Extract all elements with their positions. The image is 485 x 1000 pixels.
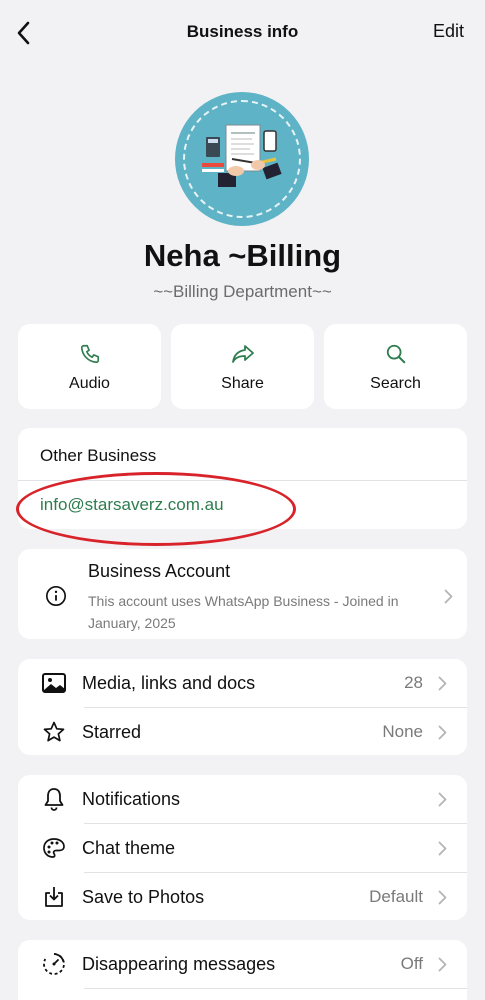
chat-theme-row[interactable]: Chat theme <box>18 824 467 872</box>
phone-icon <box>80 344 99 363</box>
notifications-row[interactable]: Notifications <box>18 775 467 823</box>
chat-theme-label: Chat theme <box>82 837 176 858</box>
settings-card: Notifications Chat theme Save to Photos … <box>18 775 467 920</box>
chevron-right-icon <box>438 890 446 904</box>
chevron-right-icon <box>438 792 446 806</box>
share-button[interactable]: Share <box>171 324 314 409</box>
save-to-photos-value: Default <box>369 887 423 906</box>
chevron-right-icon <box>438 725 446 739</box>
chevron-right-icon <box>444 589 453 604</box>
media-label: Media, links and docs <box>82 672 256 693</box>
avatar[interactable] <box>175 92 309 226</box>
business-account-title: Business Account <box>88 561 231 581</box>
timer-icon <box>43 953 65 975</box>
annotation-red-circle <box>16 472 296 546</box>
chevron-right-icon <box>438 676 446 690</box>
contact-subtitle: ~~Billing Department~~ <box>153 282 332 301</box>
search-icon <box>386 344 405 363</box>
star-icon <box>43 721 65 742</box>
audio-call-button[interactable]: Audio <box>18 324 161 409</box>
search-button[interactable]: Search <box>324 324 467 409</box>
header: Business info Edit <box>0 0 485 66</box>
share-arrow-icon <box>231 344 254 363</box>
save-to-photos-row[interactable]: Save to Photos Default <box>18 873 467 920</box>
image-icon <box>42 673 66 693</box>
starred-row[interactable]: Starred None <box>18 708 467 755</box>
business-account-card[interactable]: Business Account This account uses Whats… <box>18 549 467 639</box>
search-label: Search <box>370 374 421 392</box>
media-count: 28 <box>404 673 423 692</box>
business-info-screen: Business info Edit Neha ~Billing ~~Billi… <box>0 0 485 1000</box>
notifications-label: Notifications <box>82 788 181 809</box>
save-download-icon <box>45 887 63 907</box>
info-icon <box>46 586 66 606</box>
business-account-description: This account uses WhatsApp Business - Jo… <box>88 593 399 631</box>
contact-name: Neha ~Billing <box>143 238 342 273</box>
privacy-card: Disappearing messages Off <box>18 940 467 1000</box>
bell-icon <box>44 788 64 811</box>
disappearing-messages-row[interactable]: Disappearing messages Off <box>18 940 467 988</box>
starred-label: Starred <box>82 721 142 742</box>
palette-icon <box>43 838 65 858</box>
share-label: Share <box>221 374 264 392</box>
media-links-docs-row[interactable]: Media, links and docs 28 <box>18 659 467 707</box>
media-card: Media, links and docs 28 Starred None <box>18 659 467 755</box>
other-business-title: Other Business <box>40 446 157 465</box>
save-to-photos-label: Save to Photos <box>82 886 205 907</box>
disappearing-messages-label: Disappearing messages <box>82 953 276 974</box>
disappearing-messages-value: Off <box>400 954 423 973</box>
avatar-ring <box>183 100 301 218</box>
chevron-right-icon <box>438 841 446 855</box>
quick-actions: Audio Share Search <box>18 324 467 409</box>
starred-value: None <box>382 722 423 741</box>
chevron-right-icon <box>438 957 446 971</box>
audio-label: Audio <box>69 374 110 392</box>
page-title: Business info <box>186 22 299 41</box>
divider <box>84 988 467 989</box>
edit-button[interactable]: Edit <box>433 21 464 42</box>
